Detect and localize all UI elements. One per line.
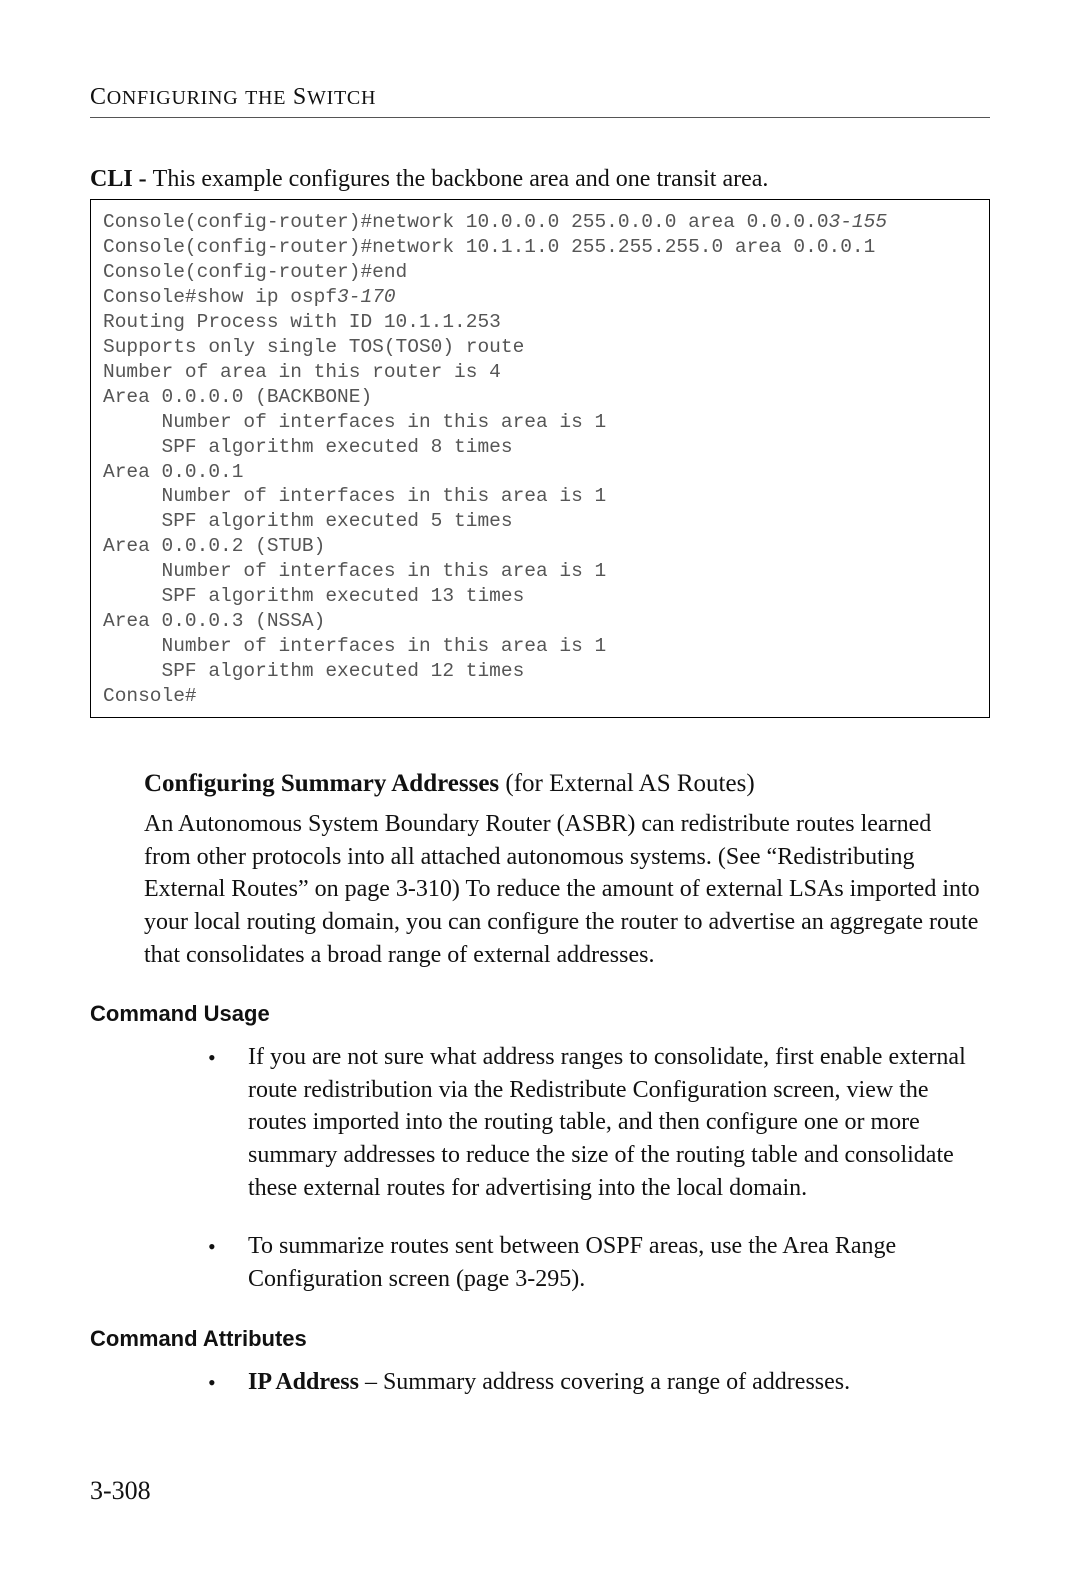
- attributes-block: IP Address – Summary address covering a …: [144, 1366, 982, 1399]
- usage-block: If you are not sure what address ranges …: [144, 1041, 982, 1295]
- page-number: 3-308: [90, 1476, 151, 1506]
- attribute-term: IP Address: [248, 1369, 359, 1395]
- list-item: To summarize routes sent between OSPF ar…: [202, 1230, 982, 1295]
- attributes-bullet-list: IP Address – Summary address covering a …: [144, 1366, 982, 1399]
- command-usage-heading: Command Usage: [90, 1001, 990, 1027]
- section-heading-bold: Configuring Summary Addresses: [144, 770, 499, 797]
- section-heading: Configuring Summary Addresses (for Exter…: [144, 770, 982, 798]
- header-rule: [90, 117, 990, 118]
- command-attributes-heading: Command Attributes: [90, 1326, 990, 1352]
- cli-intro-line: CLI - This example configures the backbo…: [90, 166, 990, 193]
- section-heading-sub: (for External AS Routes): [499, 770, 755, 797]
- list-item: IP Address – Summary address covering a …: [202, 1366, 982, 1399]
- running-head: CONFIGURING THE SWITCH: [90, 84, 990, 111]
- cli-label: CLI -: [90, 166, 153, 192]
- page-container: CONFIGURING THE SWITCH CLI - This exampl…: [0, 0, 1080, 1570]
- attribute-desc: – Summary address covering a range of ad…: [359, 1369, 850, 1395]
- body-content: Configuring Summary Addresses (for Exter…: [144, 770, 982, 971]
- cli-code-block: Console(config-router)#network 10.0.0.0 …: [90, 199, 990, 718]
- list-item: If you are not sure what address ranges …: [202, 1041, 982, 1204]
- cli-intro-text: This example configures the backbone are…: [153, 166, 769, 192]
- usage-bullet-list: If you are not sure what address ranges …: [144, 1041, 982, 1295]
- main-paragraph: An Autonomous System Boundary Router (AS…: [144, 808, 982, 971]
